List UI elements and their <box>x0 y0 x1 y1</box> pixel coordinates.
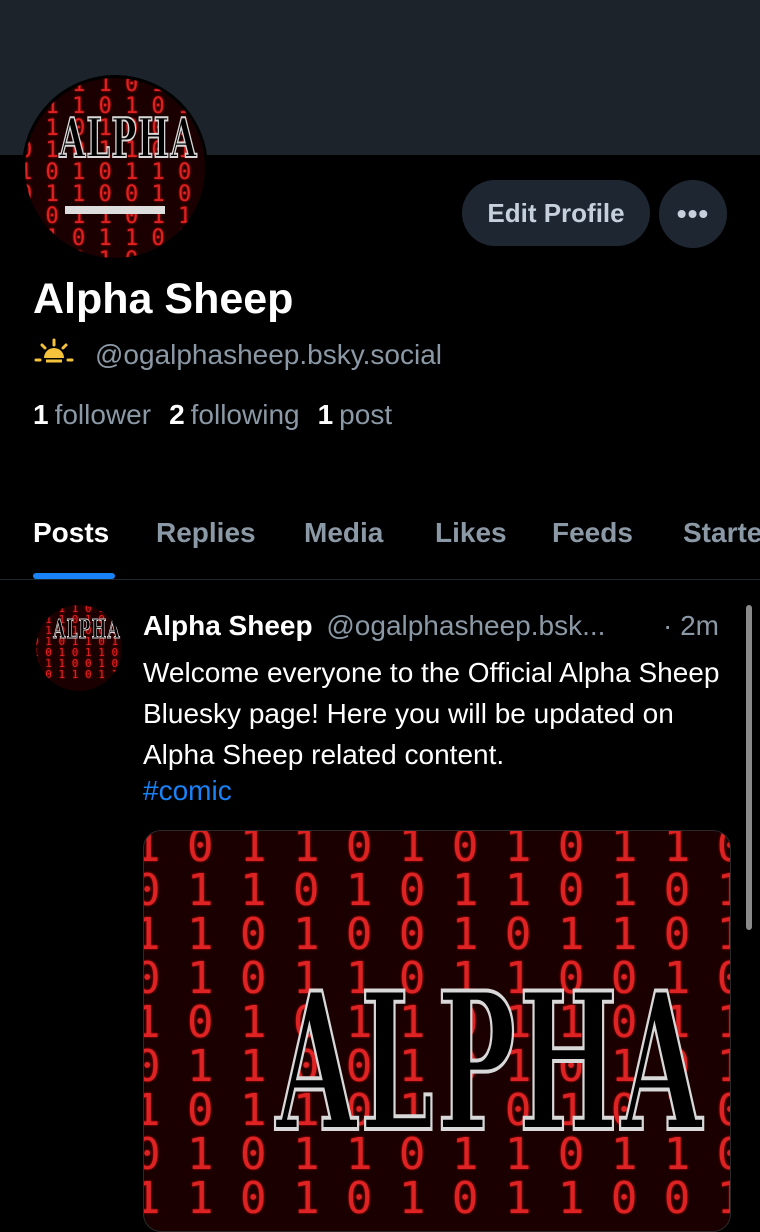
tab-likes[interactable]: Likes <box>435 517 507 549</box>
post-author-handle[interactable]: @ogalphasheep.bsk... <box>326 610 605 641</box>
active-tab-indicator <box>33 573 115 579</box>
post-image[interactable]: 1 0 1 1 0 1 0 1 0 1 1 0 0 1 1 0 1 0 1 1 … <box>143 830 731 1232</box>
image-logo-text: ALPHA <box>275 949 706 1176</box>
avatar-logo-text: ALPHA <box>53 615 121 646</box>
post-hashtag-link[interactable]: #comic <box>143 775 232 807</box>
avatar-logo-base <box>65 206 165 258</box>
following-stat[interactable]: 2 following <box>169 399 300 431</box>
more-options-button[interactable]: ••• <box>659 180 727 248</box>
avatar-logo-text: ALPHA <box>59 105 198 171</box>
tab-feeds[interactable]: Feeds <box>552 517 633 549</box>
profile-handle-row: @ogalphasheep.bsky.social <box>33 338 442 371</box>
tab-starter-packs[interactable]: Starte <box>683 517 760 549</box>
post-author-avatar[interactable]: 1 0 1 1 0 1 0 0 1 1 0 1 0 1 1 1 0 1 0 0 … <box>36 605 122 691</box>
edit-profile-button[interactable]: Edit Profile <box>462 180 650 246</box>
post-timestamp[interactable]: · 2m <box>663 610 719 642</box>
post-text: Welcome everyone to the Official Alpha S… <box>143 657 720 770</box>
profile-handle: @ogalphasheep.bsky.social <box>95 338 443 370</box>
profile-stats: 1 follower 2 following 1 post <box>33 399 392 431</box>
followers-stat[interactable]: 1 follower <box>33 399 151 431</box>
profile-avatar[interactable]: 1 0 1 1 0 1 0 1 0 1 1 0 1 0 1 1 1 1 0 1 … <box>22 75 208 261</box>
profile-display-name: Alpha Sheep <box>33 275 294 323</box>
posts-stat: 1 post <box>317 399 393 430</box>
post-header: Alpha Sheep @ogalphasheep.bsk... · 2m <box>143 610 743 642</box>
post-author-name[interactable]: Alpha Sheep <box>143 610 313 641</box>
ellipsis-icon: ••• <box>676 198 710 229</box>
tab-replies[interactable]: Replies <box>156 517 256 549</box>
scrollbar[interactable] <box>746 605 752 930</box>
sun-icon <box>33 338 75 371</box>
tab-media[interactable]: Media <box>304 517 383 549</box>
profile-tabs: Posts Replies Media Likes Feeds Starte <box>0 505 760 580</box>
tab-posts[interactable]: Posts <box>33 517 109 549</box>
